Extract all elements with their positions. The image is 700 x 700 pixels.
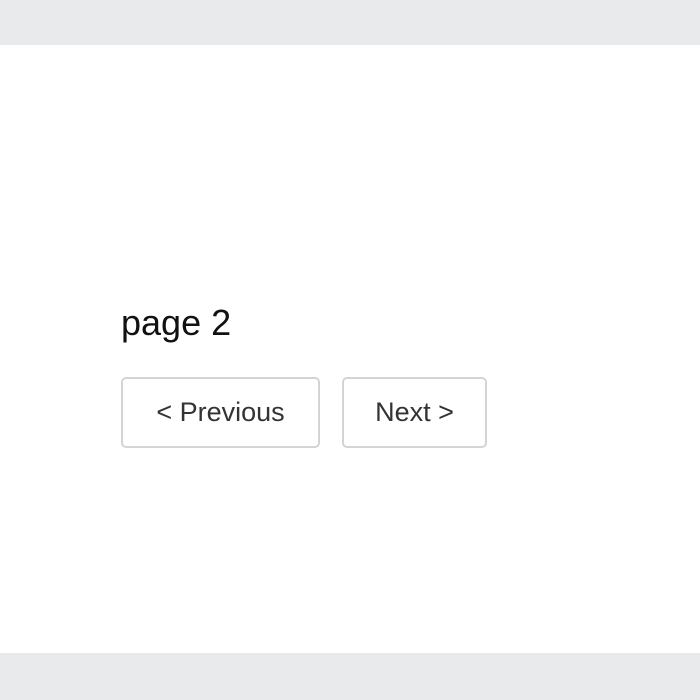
bottom-bar (0, 653, 700, 700)
pagination-controls: < Previous Next > (121, 377, 487, 448)
page-label: page 2 (121, 302, 232, 343)
previous-button[interactable]: < Previous (121, 377, 320, 448)
top-bar (0, 0, 700, 45)
main-content: page 2 < Previous Next > (0, 45, 700, 653)
next-button[interactable]: Next > (342, 377, 487, 448)
